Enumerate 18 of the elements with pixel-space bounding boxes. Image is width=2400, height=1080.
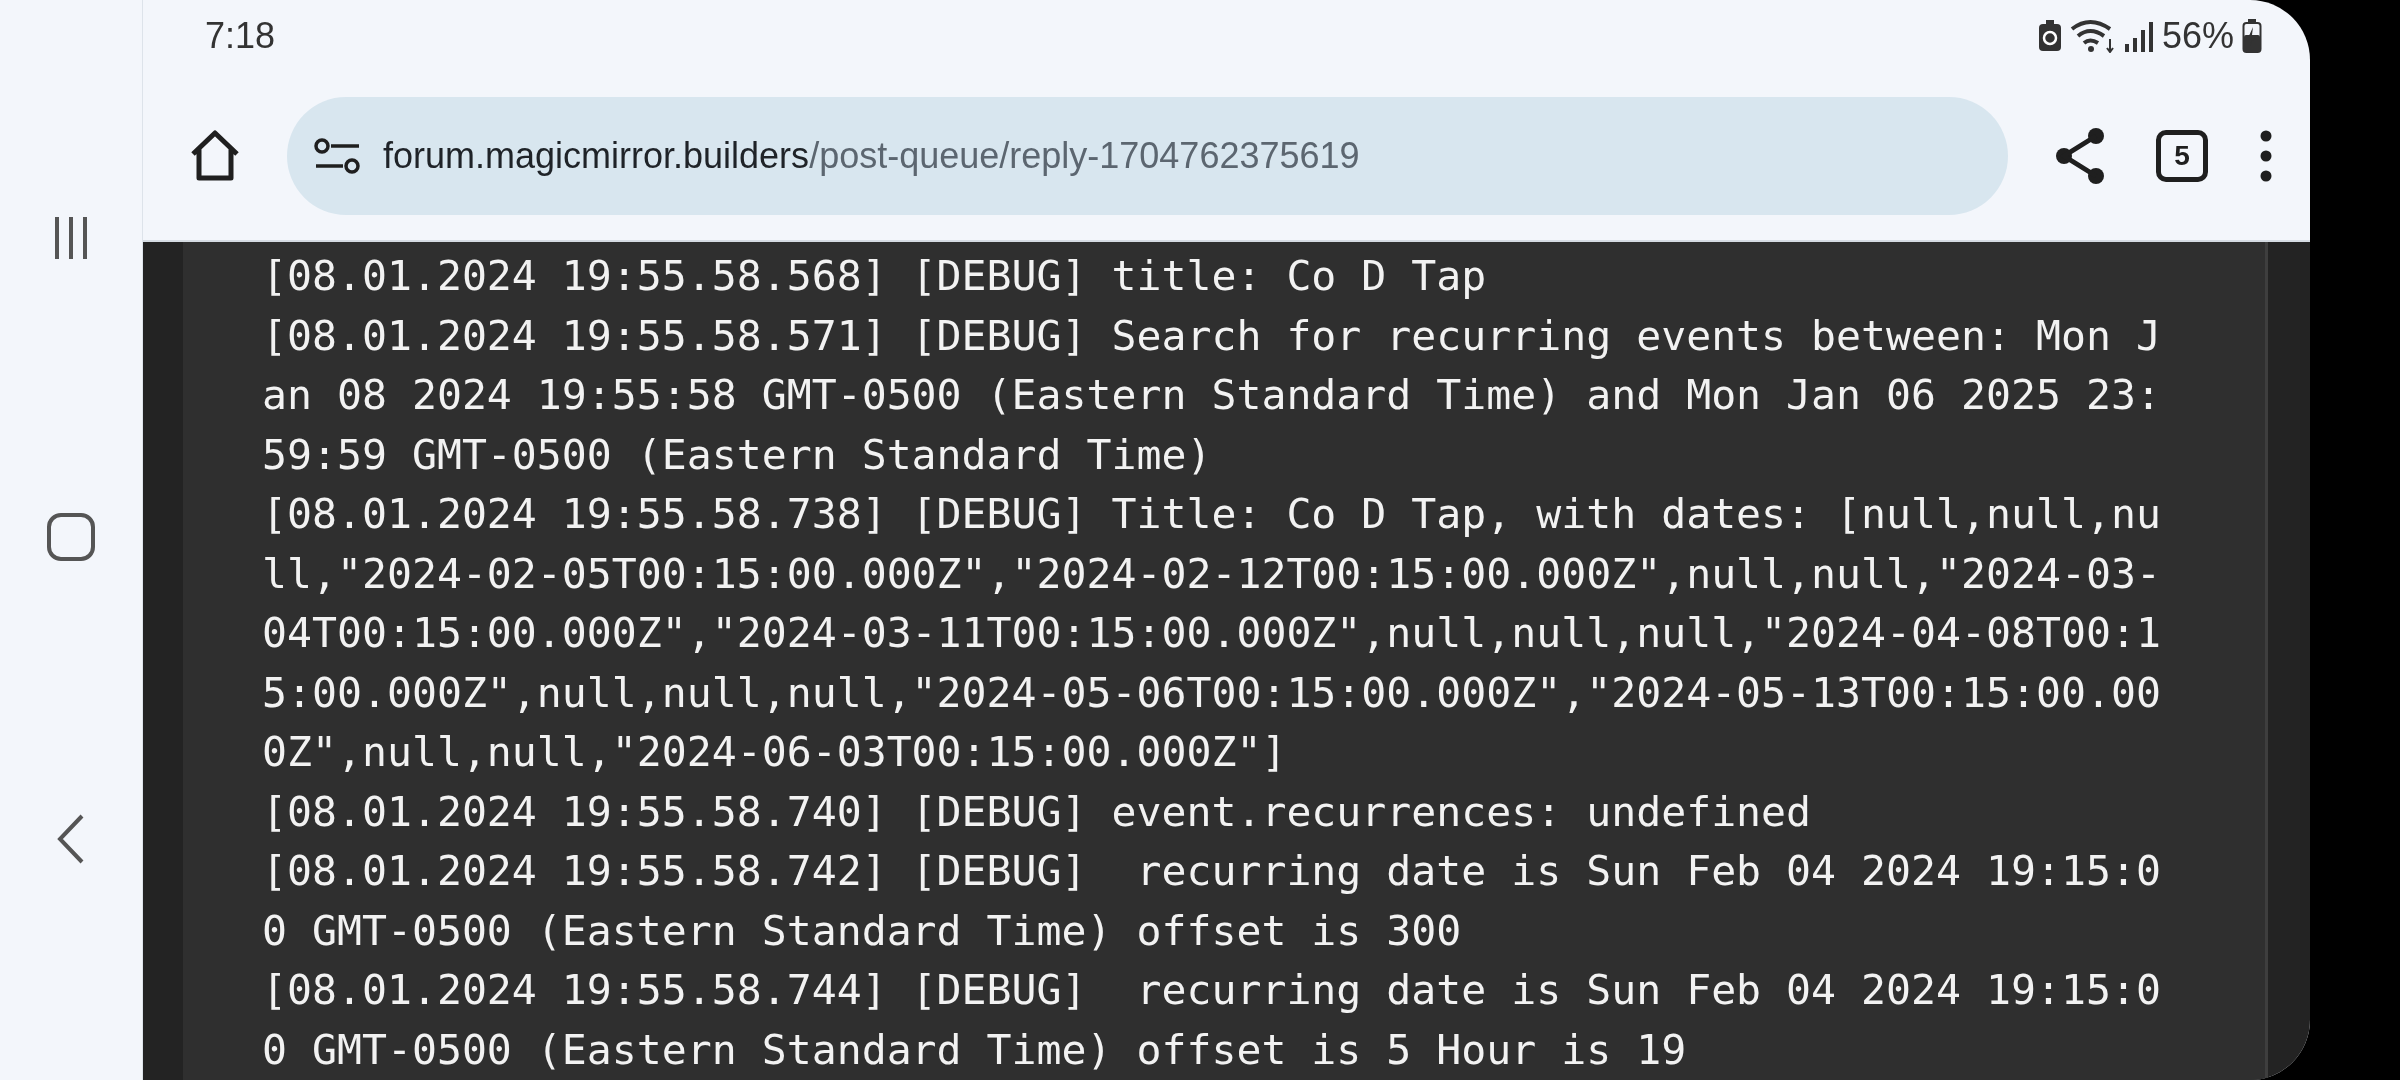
site-settings-icon[interactable] xyxy=(313,136,363,176)
log-line: [08.01.2024 19:55.58.744] [DEBUG] recurring date is Sun Feb 04 2024 19:15:00 GMT-0500 (Eastern Standard Time) offset is 5 Hour is 19 xyxy=(262,964,2162,1076)
address-bar[interactable]: forum.magicmirror.builders/post-queue/reply-1704762375619 xyxy=(287,97,2008,215)
log-line: [08.01.2024 19:55.58.568] [DEBUG] title: Co D Tap xyxy=(262,250,1488,302)
battery-saver-icon xyxy=(2037,20,2062,52)
clock-time: 7:18 xyxy=(205,14,276,58)
log-line: [08.01.2024 19:55.58.742] [DEBUG] recurring date is Sun Feb 04 2024 19:15:00 GMT-0500 (Eastern Standard Time) offset is 300 xyxy=(262,845,2162,957)
signal-icon xyxy=(2123,20,2154,52)
log-line: [08.01.2024 19:55.58.738] [DEBUG] Title: Co D Tap, with dates: [null,null,null,"2024-02-05T00:15:00.000Z","2024-02-12T00:15:00.000Z",null,null,"2024-03-04T00:15:00.000Z","2024-03-11T00:15:00.000Z",null,null,null,"2024-04-08T00:15:00.000Z",null,null,null,"2024-05-06T00:15:00.000Z","2024-05-13T00:15:00.000Z",null,null,"2024-06-03T00:15:00.000Z"] xyxy=(262,488,2162,778)
url-text[interactable]: forum.magicmirror.builders/post-queue/reply-1704762375619 xyxy=(383,129,1360,183)
wifi-icon xyxy=(2069,19,2116,53)
log-line: [08.01.2024 19:55.58.740] [DEBUG] event.recurrences: undefined xyxy=(262,785,1813,838)
recent-apps-icon[interactable] xyxy=(53,215,89,262)
back-icon[interactable] xyxy=(56,812,86,865)
battery-percent: 56% xyxy=(2161,14,2234,58)
battery-icon xyxy=(2242,19,2262,53)
home-nav-icon[interactable] xyxy=(46,512,96,562)
log-line: [08.01.2024 19:55.58.571] [DEBUG] Search for recurring events between: Mon Jan 08 2024 19:55:58 GMT-0500 (Eastern Standard Time) and Mon Jan 06 2025 23:59:59 GMT-0500 (Eastern Standard Time) xyxy=(262,309,2162,481)
